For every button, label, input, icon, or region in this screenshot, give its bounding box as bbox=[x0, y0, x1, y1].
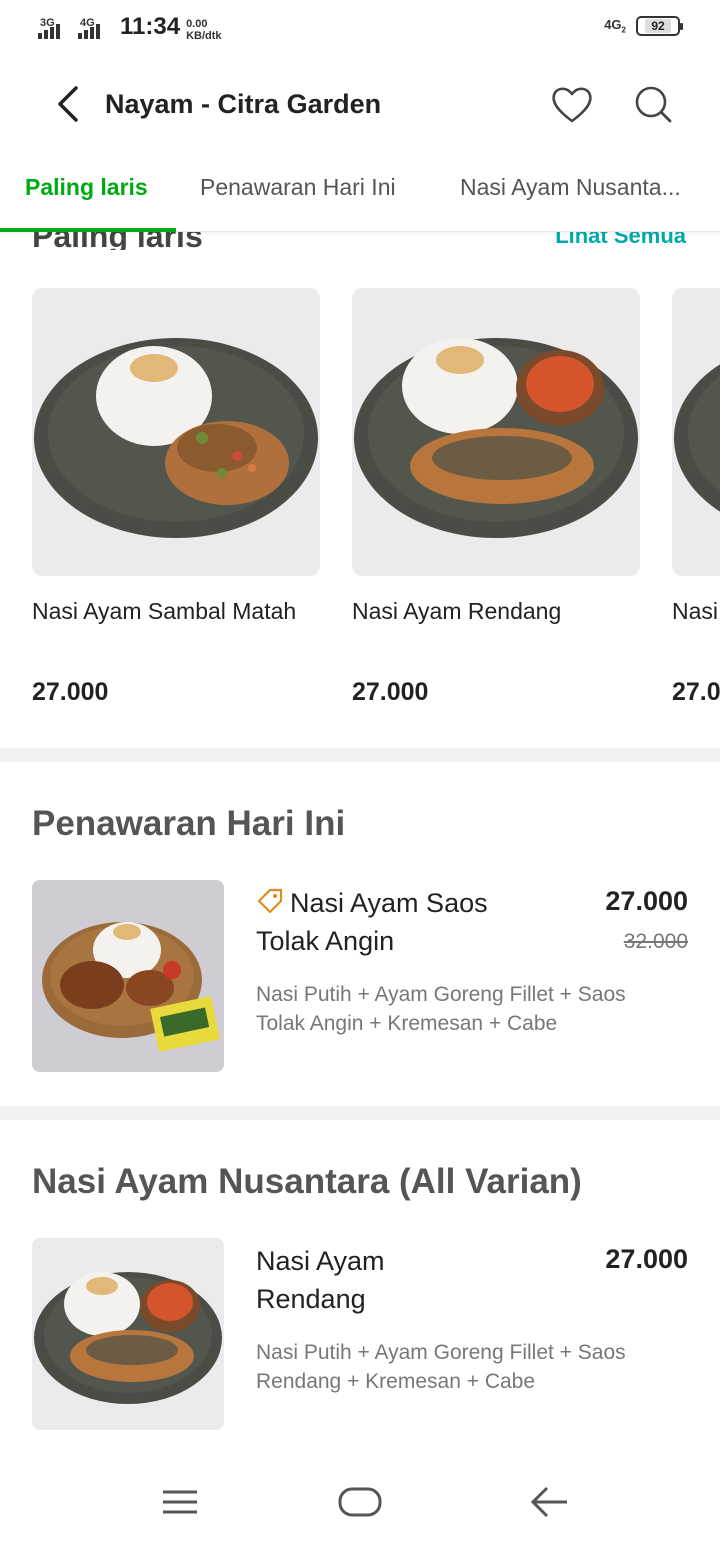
network-right-sub: 2 bbox=[621, 25, 626, 35]
tag-icon bbox=[257, 888, 283, 914]
menu-item[interactable]: Nasi Ayam Rendang 27.000 Nasi Putih + Ay… bbox=[0, 1238, 720, 1438]
menu-item-price: 27.000 bbox=[605, 886, 688, 916]
product-price: 27.000 bbox=[352, 678, 429, 706]
home-icon bbox=[338, 1487, 382, 1517]
signal-icon: 3G bbox=[38, 16, 72, 42]
network-right: 4G2 bbox=[604, 17, 626, 35]
product-image bbox=[32, 288, 320, 576]
section-title-deals: Penawaran Hari Ini bbox=[32, 804, 346, 843]
net-speed: 0.00 KB/dtk bbox=[186, 18, 221, 42]
product-card[interactable]: Nasi 27.0 bbox=[672, 288, 720, 706]
net-speed-unit: KB/dtk bbox=[186, 30, 222, 42]
favorite-button[interactable] bbox=[549, 82, 595, 128]
nav-back-button[interactable] bbox=[525, 1480, 575, 1524]
clock: 11:34 bbox=[120, 13, 181, 40]
network-right-label: 4G bbox=[604, 17, 622, 33]
product-name: Nasi Ayam Sambal Matah bbox=[32, 598, 297, 624]
menu-item-old-price: 32.000 bbox=[623, 930, 688, 953]
section-title-nusantara: Nasi Ayam Nusantara (All Varian) bbox=[32, 1162, 582, 1201]
menu-item-image bbox=[32, 880, 224, 1072]
battery-icon: 92 bbox=[636, 16, 683, 36]
section-divider bbox=[0, 748, 720, 762]
tab-penawaran-hari-ini[interactable]: Penawaran Hari Ini bbox=[200, 174, 396, 201]
menu-icon bbox=[163, 1490, 197, 1514]
best-sellers-header: Paling laris Lihat Semua bbox=[0, 232, 720, 250]
tab-paling-laris[interactable]: Paling laris bbox=[25, 174, 148, 201]
page-title: Nayam - Citra Garden bbox=[105, 89, 382, 119]
battery-level: 92 bbox=[645, 19, 671, 33]
product-name: Nasi bbox=[672, 598, 719, 624]
system-nav-bar bbox=[0, 1460, 720, 1544]
menu-item-price: 27.000 bbox=[605, 1244, 688, 1274]
product-image bbox=[672, 288, 720, 576]
menu-item-name: Nasi Ayam Saos Tolak Angin bbox=[256, 884, 556, 960]
best-sellers-carousel[interactable]: Nasi Ayam Sambal Matah 27.000 Nasi Ayam … bbox=[0, 288, 720, 728]
arrow-left-icon bbox=[530, 1486, 567, 1518]
category-tabs: Paling laris Penawaran Hari Ini Nasi Aya… bbox=[0, 160, 720, 232]
tab-nasi-ayam-nusantara[interactable]: Nasi Ayam Nusanta... bbox=[460, 174, 681, 201]
tab-active-indicator bbox=[0, 228, 176, 232]
product-card[interactable]: Nasi Ayam Sambal Matah 27.000 bbox=[32, 288, 320, 706]
chevron-left-icon bbox=[58, 86, 78, 122]
section-title-best-sellers: Paling laris bbox=[32, 232, 203, 250]
product-price: 27.0 bbox=[672, 678, 720, 706]
back-button[interactable] bbox=[48, 82, 92, 126]
net-speed-value: 0.00 bbox=[186, 18, 208, 30]
menu-item-name-text: Nasi Ayam Saos Tolak Angin bbox=[256, 888, 488, 956]
menu-item[interactable]: Nasi Ayam Saos Tolak Angin 27.000 32.000… bbox=[0, 880, 720, 1080]
nav-menu-button[interactable] bbox=[155, 1480, 205, 1524]
product-price: 27.000 bbox=[32, 678, 109, 706]
menu-item-name: Nasi Ayam Rendang bbox=[256, 1246, 385, 1314]
product-card[interactable]: Nasi Ayam Rendang 27.000 bbox=[352, 288, 640, 706]
search-icon bbox=[635, 86, 672, 123]
see-all-link[interactable]: Lihat Semua bbox=[555, 232, 686, 249]
section-divider bbox=[0, 1106, 720, 1120]
status-bar: 3G 4G 11:34 0.00 KB/dtk 4G2 92 bbox=[0, 0, 720, 56]
search-button[interactable] bbox=[630, 82, 676, 128]
heart-icon bbox=[552, 87, 592, 123]
nav-home-button[interactable] bbox=[335, 1480, 385, 1524]
menu-item-image bbox=[32, 1238, 224, 1430]
product-name: Nasi Ayam Rendang bbox=[352, 598, 562, 624]
app-header: Nayam - Citra Garden bbox=[0, 62, 720, 148]
product-image bbox=[352, 288, 640, 576]
menu-item-description: Nasi Putih + Ayam Goreng Fillet + Saos T… bbox=[256, 983, 626, 1035]
signal-icon-2: 4G bbox=[78, 16, 112, 42]
menu-item-description: Nasi Putih + Ayam Goreng Fillet + Saos R… bbox=[256, 1341, 626, 1393]
